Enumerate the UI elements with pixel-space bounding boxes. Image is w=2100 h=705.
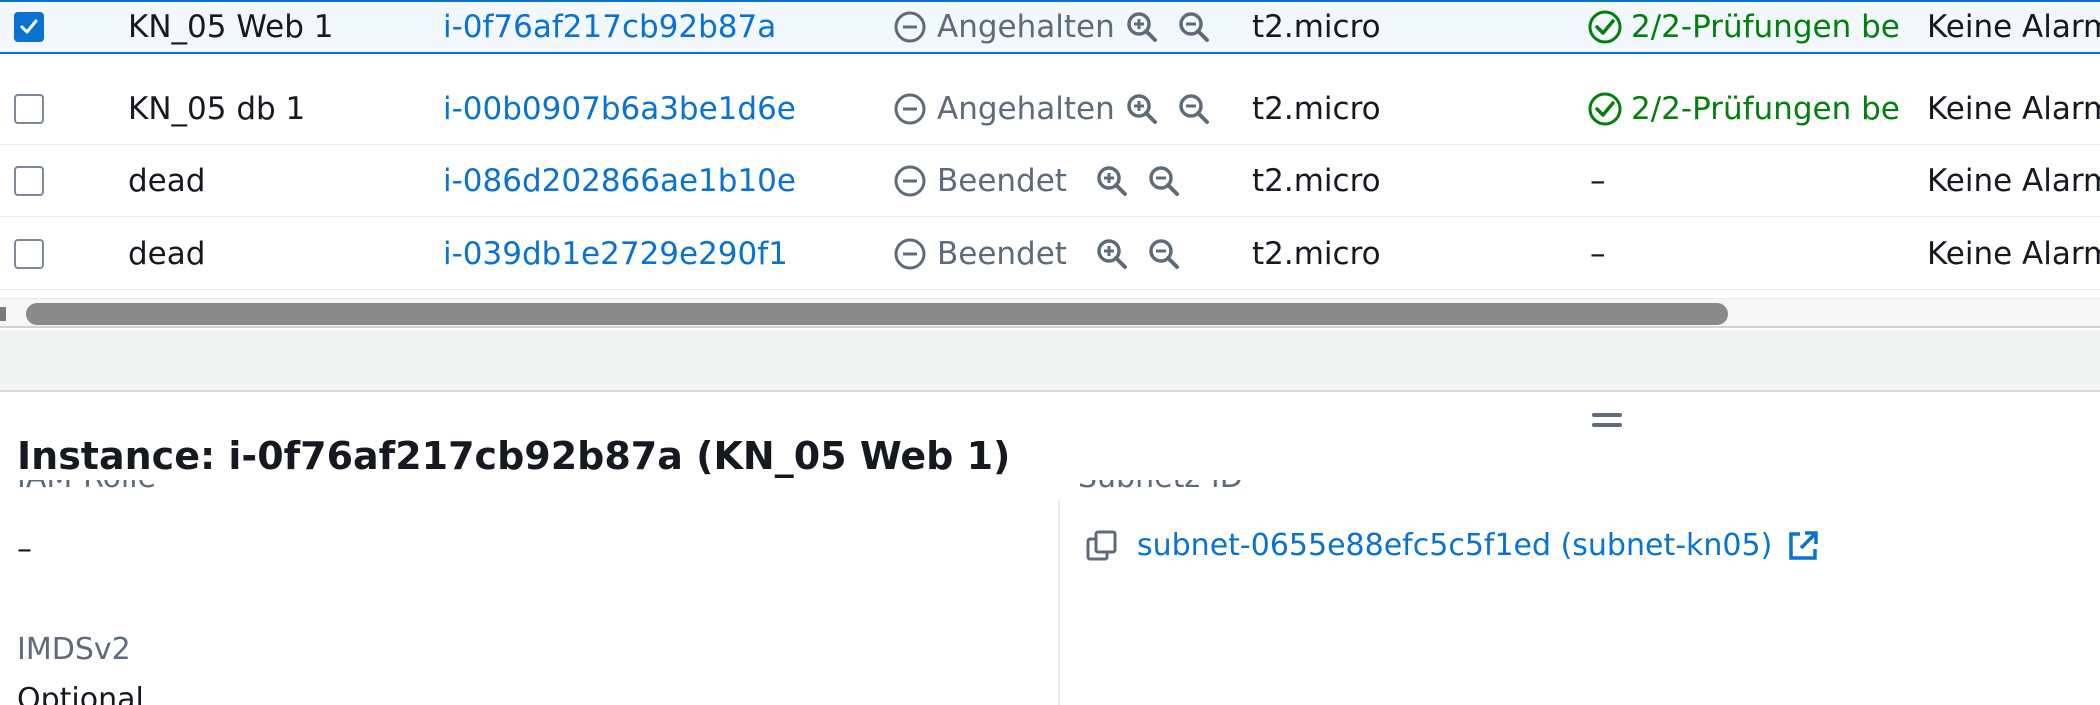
status-check-label: 2/2-Prüfungen be xyxy=(1631,90,1900,127)
instance-state: Beendet xyxy=(893,236,1181,272)
instance-details-panel: Instance: i-0f76af217cb92b87a (KN_05 Web… xyxy=(0,392,2100,705)
state-label: Beendet xyxy=(937,235,1067,272)
instance-state: Beendet xyxy=(893,163,1181,199)
row-checkbox[interactable] xyxy=(14,238,44,269)
instance-state: Angehalten xyxy=(893,91,1211,127)
subnet-link[interactable]: subnet-0655e88efc5c5f1ed (subnet-kn05) xyxy=(1137,528,1772,563)
imdsv2-label: IMDSv2 xyxy=(17,632,131,667)
state-label: Angehalten xyxy=(937,9,1115,45)
terminated-status-icon xyxy=(894,238,926,269)
terminated-status-icon xyxy=(894,165,926,196)
horizontal-scrollbar[interactable] xyxy=(0,298,2100,328)
status-check-empty: – xyxy=(1590,235,1606,272)
instance-type: t2.micro xyxy=(1252,162,1381,199)
subnet-id-row: subnet-0655e88efc5c5f1ed (subnet-kn05) xyxy=(1085,528,1820,563)
zoom-in-icon[interactable] xyxy=(1095,164,1129,198)
instance-id-link[interactable]: i-0f76af217cb92b87a xyxy=(443,9,776,45)
row-checkbox[interactable] xyxy=(14,12,44,42)
table-row[interactable]: dead i-039db1e2729e290f1 Beendet t2.micr… xyxy=(0,218,2100,290)
zoom-in-icon[interactable] xyxy=(1095,237,1129,271)
zoom-out-icon[interactable] xyxy=(1147,237,1181,271)
status-check-empty: – xyxy=(1590,162,1606,199)
instance-id-link[interactable]: i-086d202866ae1b10e xyxy=(443,163,796,199)
iam-role-value: – xyxy=(17,532,32,567)
external-link-icon[interactable] xyxy=(1786,529,1820,563)
zoom-out-icon[interactable] xyxy=(1177,92,1211,126)
zoom-out-icon[interactable] xyxy=(1147,164,1181,198)
instance-type: t2.micro xyxy=(1252,90,1381,127)
table-row[interactable]: KN_05 db 1 i-00b0907b6a3be1d6e Angehalte… xyxy=(0,73,2100,145)
row-checkbox[interactable] xyxy=(14,93,44,124)
subnet-id-label: Subnetz-ID xyxy=(1078,480,1243,510)
instance-name: KN_05 db 1 xyxy=(128,90,306,127)
status-check-label: 2/2-Prüfungen be xyxy=(1631,9,1900,45)
zoom-in-icon[interactable] xyxy=(1125,10,1159,44)
instance-id-link[interactable]: i-00b0907b6a3be1d6e xyxy=(443,91,796,127)
instance-type: t2.micro xyxy=(1252,235,1381,272)
resize-handle-icon[interactable] xyxy=(1592,410,1622,430)
instance-id-link[interactable]: i-039db1e2729e290f1 xyxy=(443,236,788,272)
iam-role-label: IAM-Rolle xyxy=(17,480,156,510)
imdsv2-value: Optional xyxy=(17,682,144,705)
instance-state: Angehalten xyxy=(893,9,1211,45)
zoom-in-icon[interactable] xyxy=(1125,92,1159,126)
alarm-status: Keine Alarm xyxy=(1927,235,2100,272)
zoom-out-icon[interactable] xyxy=(1177,10,1211,44)
alarm-status: Keine Alarm xyxy=(1927,9,2100,45)
row-checkbox[interactable] xyxy=(14,165,44,196)
state-label: Beendet xyxy=(937,162,1067,199)
check-circle-icon xyxy=(1588,92,1622,125)
alarm-status: Keine Alarm xyxy=(1927,162,2100,199)
alarm-status: Keine Alarm xyxy=(1927,90,2100,127)
scrollbar-thumb[interactable] xyxy=(26,303,1728,325)
stopped-status-icon xyxy=(894,11,926,43)
instance-name: dead xyxy=(128,162,206,199)
check-circle-icon xyxy=(1588,10,1622,44)
status-check: 2/2-Prüfungen be xyxy=(1587,91,1900,127)
split-panel-separator xyxy=(0,330,2100,392)
state-label: Angehalten xyxy=(937,90,1115,127)
instance-name: KN_05 Web 1 xyxy=(128,9,334,45)
checkmark-icon xyxy=(20,19,38,34)
copy-icon[interactable] xyxy=(1085,529,1119,563)
instances-table: KN_05 Web 1 i-0f76af217cb92b87a Angehalt… xyxy=(0,0,2100,296)
table-row[interactable]: dead i-086d202866ae1b10e Beendet t2.micr… xyxy=(0,145,2100,217)
instance-type: t2.micro xyxy=(1252,9,1381,45)
column-divider xyxy=(1058,500,1060,705)
table-row[interactable]: KN_05 Web 1 i-0f76af217cb92b87a Angehalt… xyxy=(0,0,2100,54)
panel-title: Instance: i-0f76af217cb92b87a (KN_05 Web… xyxy=(17,434,1011,478)
scroll-left-arrow[interactable] xyxy=(0,307,6,321)
status-check: 2/2-Prüfungen be xyxy=(1587,9,1900,45)
stopped-status-icon xyxy=(894,93,926,124)
instance-name: dead xyxy=(128,235,206,272)
ec2-instances-page: KN_05 Web 1 i-0f76af217cb92b87a Angehalt… xyxy=(0,0,2100,705)
